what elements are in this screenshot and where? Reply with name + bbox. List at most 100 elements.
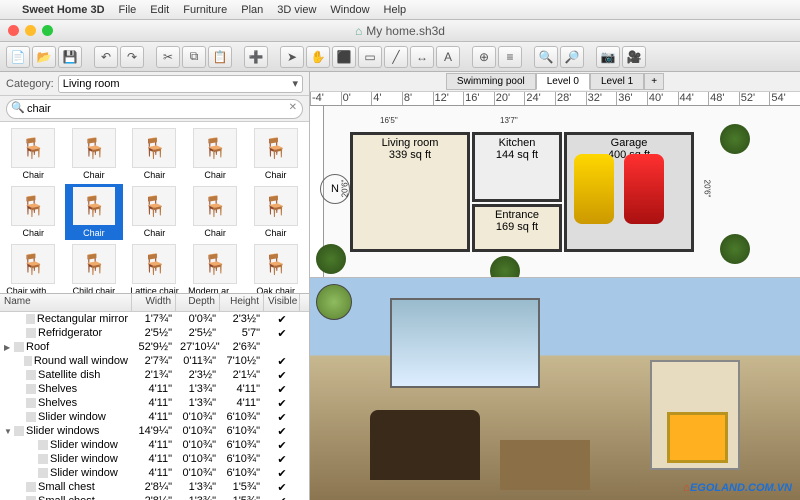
catalog-item[interactable]: 🪑Chair — [65, 184, 124, 240]
catalog-item[interactable]: 🪑Child chair — [65, 242, 124, 294]
catalog-item[interactable]: 🪑Chair — [125, 184, 184, 240]
col-width[interactable]: Width — [132, 294, 176, 311]
minimize-icon[interactable] — [25, 25, 36, 36]
room-kitchen[interactable]: Kitchen 144 sq ft — [472, 132, 562, 202]
catalog-item[interactable]: 🪑Lattice chair — [125, 242, 184, 294]
tab-level-0[interactable]: Level 0 — [536, 73, 590, 90]
table-row[interactable]: Slider window4'11"0'10¾"6'10¾"✔ — [0, 466, 309, 480]
tab-add[interactable]: + — [644, 73, 664, 90]
level-icon[interactable]: ≡ — [498, 46, 522, 68]
tab-level-1[interactable]: Level 1 — [590, 73, 644, 90]
cut-icon[interactable]: ✂ — [156, 46, 180, 68]
bush-icon[interactable] — [490, 256, 520, 278]
copy-icon[interactable]: ⧉ — [182, 46, 206, 68]
redo-icon[interactable]: ↷ — [120, 46, 144, 68]
menu-plan[interactable]: Plan — [241, 4, 263, 16]
table-row[interactable]: ▼ Slider windows14'9¼"0'10¾"6'10¾"✔ — [0, 424, 309, 438]
col-visible[interactable]: Visible — [264, 294, 300, 311]
menu-file[interactable]: File — [119, 4, 137, 16]
table-row[interactable]: Satellite dish2'1¾"2'3½"2'1¼"✔ — [0, 368, 309, 382]
car-yellow[interactable] — [574, 154, 614, 224]
dimension-icon[interactable]: ↔ — [410, 46, 434, 68]
col-depth[interactable]: Depth — [176, 294, 220, 311]
furniture-icon — [26, 328, 36, 338]
catalog-item[interactable]: 🪑Chair — [4, 184, 63, 240]
paste-icon[interactable]: 📋 — [208, 46, 232, 68]
photo-icon[interactable]: 📷 — [596, 46, 620, 68]
close-icon[interactable] — [8, 25, 19, 36]
zoom-out-icon[interactable]: 🔎 — [560, 46, 584, 68]
catalog-item[interactable]: 🪑Chair — [246, 184, 305, 240]
wall-icon[interactable]: ⬛ — [332, 46, 356, 68]
table-row[interactable]: Small chest2'8¼"1'3¾"1'5¾"✔ — [0, 480, 309, 494]
table-row[interactable]: Shelves4'11"1'3¾"4'11"✔ — [0, 396, 309, 410]
plan-canvas[interactable]: N 16'5" 13'7" 20'6" 20'6" Living room 33… — [310, 106, 800, 278]
search-input[interactable] — [6, 99, 303, 119]
menu-edit[interactable]: Edit — [150, 4, 169, 16]
furniture-icon — [26, 412, 36, 422]
menu-window[interactable]: Window — [330, 4, 369, 16]
save-icon[interactable]: 💾 — [58, 46, 82, 68]
col-name[interactable]: Name — [0, 294, 132, 311]
bush-icon[interactable] — [720, 234, 750, 264]
tab-swimming-pool[interactable]: Swimming pool — [446, 73, 536, 90]
catalog-item[interactable]: 🪑Chair — [65, 126, 124, 182]
add-furniture-icon[interactable]: ➕ — [244, 46, 268, 68]
category-select[interactable]: Living room — [58, 75, 303, 93]
col-height[interactable]: Height — [220, 294, 264, 311]
table-row[interactable]: Refridgerator2'5½"2'5½"5'7"✔ — [0, 326, 309, 340]
catalog-item[interactable]: 🪑Chair — [186, 184, 245, 240]
catalog-item[interactable]: 🪑Chair with c... — [4, 242, 63, 294]
menu-3dview[interactable]: 3D view — [277, 4, 316, 16]
catalog-item[interactable]: 🪑Chair — [186, 126, 245, 182]
menu-help[interactable]: Help — [384, 4, 407, 16]
menu-furniture[interactable]: Furniture — [183, 4, 227, 16]
polyline-icon[interactable]: ╱ — [384, 46, 408, 68]
catalog-item[interactable]: 🪑Modern arm... — [186, 242, 245, 294]
room-icon[interactable]: ▭ — [358, 46, 382, 68]
pan-icon[interactable]: ✋ — [306, 46, 330, 68]
furniture-table[interactable]: Name Width Depth Height Visible Rectangu… — [0, 294, 309, 500]
room-living[interactable]: Living room 339 sq ft — [350, 132, 470, 252]
bush-icon[interactable] — [720, 124, 750, 154]
level-tabs: Swimming pool Level 0 Level 1 + — [310, 72, 800, 92]
table-row[interactable]: Slider window4'11"0'10¾"6'10¾"✔ — [0, 452, 309, 466]
table-row[interactable]: Small chest2'8¼"1'3¾"1'5¾"✔ — [0, 494, 309, 500]
item-label: Chair — [188, 228, 242, 238]
zoom-icon[interactable] — [42, 25, 53, 36]
compass-tool-icon[interactable]: ⊕ — [472, 46, 496, 68]
dim-living-width: 16'5" — [380, 116, 398, 125]
catalog-item[interactable]: 🪑Chair — [246, 126, 305, 182]
text-icon[interactable]: A — [436, 46, 460, 68]
new-icon[interactable]: 📄 — [6, 46, 30, 68]
furniture-icon — [26, 384, 36, 394]
undo-icon[interactable]: ↶ — [94, 46, 118, 68]
open-icon[interactable]: 📂 — [32, 46, 56, 68]
table-row[interactable]: Rectangular mirror1'7¾"0'0¾"2'3½"✔ — [0, 312, 309, 326]
room-entrance[interactable]: Entrance 169 sq ft — [472, 204, 562, 252]
video-icon[interactable]: 🎥 — [622, 46, 646, 68]
car-red[interactable] — [624, 154, 664, 224]
plan-view[interactable]: Swimming pool Level 0 Level 1 + -4'0'4'8… — [310, 72, 800, 278]
table-header[interactable]: Name Width Depth Height Visible — [0, 294, 309, 312]
select-icon[interactable]: ➤ — [280, 46, 304, 68]
catalog-item[interactable]: 🪑Oak chair — [246, 242, 305, 294]
zoom-in-icon[interactable]: 🔍 — [534, 46, 558, 68]
category-row: Category: Living room — [0, 72, 309, 96]
furniture-icon — [24, 356, 32, 366]
bush-icon[interactable] — [316, 244, 346, 274]
app-name[interactable]: Sweet Home 3D — [22, 4, 105, 16]
table-row[interactable]: ▶ Roof52'9½"27'10¼"2'6¾" — [0, 340, 309, 354]
3d-nav-compass-icon[interactable] — [316, 284, 352, 320]
furniture-catalog[interactable]: 🪑Chair🪑Chair🪑Chair🪑Chair🪑Chair🪑Chair🪑Cha… — [0, 122, 309, 294]
catalog-item[interactable]: 🪑Chair — [4, 126, 63, 182]
table-row[interactable]: Slider window4'11"0'10¾"6'10¾"✔ — [0, 438, 309, 452]
table-row[interactable]: Round wall window2'7¾"0'11¾"7'10½"✔ — [0, 354, 309, 368]
search-row — [0, 96, 309, 122]
furniture-icon — [26, 398, 36, 408]
table-row[interactable]: Slider window4'11"0'10¾"6'10¾"✔ — [0, 410, 309, 424]
catalog-item[interactable]: 🪑Chair — [125, 126, 184, 182]
3d-view[interactable]: ⌂EGOLAND.COM.VN — [310, 278, 800, 500]
chair-icon: 🪑 — [132, 186, 176, 226]
table-row[interactable]: Shelves4'11"1'3¾"4'11"✔ — [0, 382, 309, 396]
